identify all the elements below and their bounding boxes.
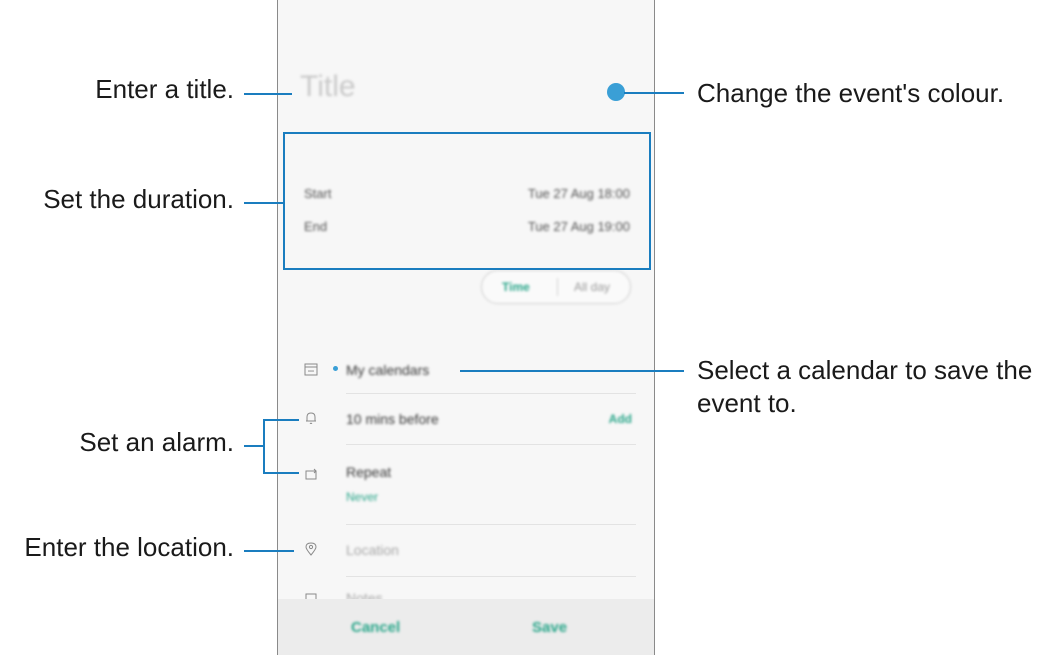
callout-line-title <box>244 93 292 95</box>
location-pin-icon <box>305 542 317 556</box>
toggle-divider <box>557 278 558 296</box>
save-button[interactable]: Save <box>532 619 567 636</box>
callout-line-alarm <box>244 445 264 447</box>
divider <box>346 393 636 394</box>
callout-set-duration: Set the duration. <box>43 184 234 214</box>
title-input[interactable]: Title <box>300 70 356 104</box>
callout-bracket-alarm <box>263 419 265 474</box>
calendar-colour-dot <box>333 366 338 371</box>
event-colour-button[interactable] <box>607 83 625 101</box>
allday-option[interactable]: All day <box>574 280 610 294</box>
add-alarm-button[interactable]: Add <box>609 412 632 426</box>
bottom-action-bar: Cancel Save <box>278 599 654 655</box>
duration-highlight-box <box>283 132 651 270</box>
callout-set-alarm: Set an alarm. <box>79 427 234 457</box>
callout-select-calendar-2: event to. <box>697 388 797 418</box>
callout-enter-title: Enter a title. <box>95 74 234 104</box>
calendar-icon <box>304 363 318 376</box>
callout-line-alarm-bottom <box>263 472 299 474</box>
alarm-row[interactable]: 10 mins before <box>346 411 439 427</box>
phone-screen: Title Start Tue 27 Aug 18:00 End Tue 27 … <box>277 0 655 655</box>
cancel-button[interactable]: Cancel <box>351 619 400 636</box>
callout-line-duration <box>244 202 284 204</box>
divider <box>346 524 636 525</box>
callout-change-colour: Change the event's colour. <box>697 78 1005 108</box>
callout-select-calendar-1: Select a calendar to save the <box>697 355 1033 385</box>
callout-line-calendar <box>460 370 684 372</box>
repeat-icon <box>305 468 317 480</box>
bell-icon <box>306 412 316 424</box>
callout-line-alarm-top <box>263 419 299 421</box>
location-input[interactable]: Location <box>346 542 399 558</box>
time-option[interactable]: Time <box>502 280 530 294</box>
callout-enter-location: Enter the location. <box>24 532 234 562</box>
callout-line-location <box>244 550 294 552</box>
repeat-row[interactable]: Repeat <box>346 464 391 480</box>
repeat-value: Never <box>346 490 379 504</box>
calendar-selector[interactable]: My calendars <box>346 362 429 378</box>
divider <box>346 444 636 445</box>
time-allday-toggle[interactable]: Time All day <box>481 270 631 304</box>
divider <box>346 576 636 577</box>
callout-line-colour <box>624 92 684 94</box>
